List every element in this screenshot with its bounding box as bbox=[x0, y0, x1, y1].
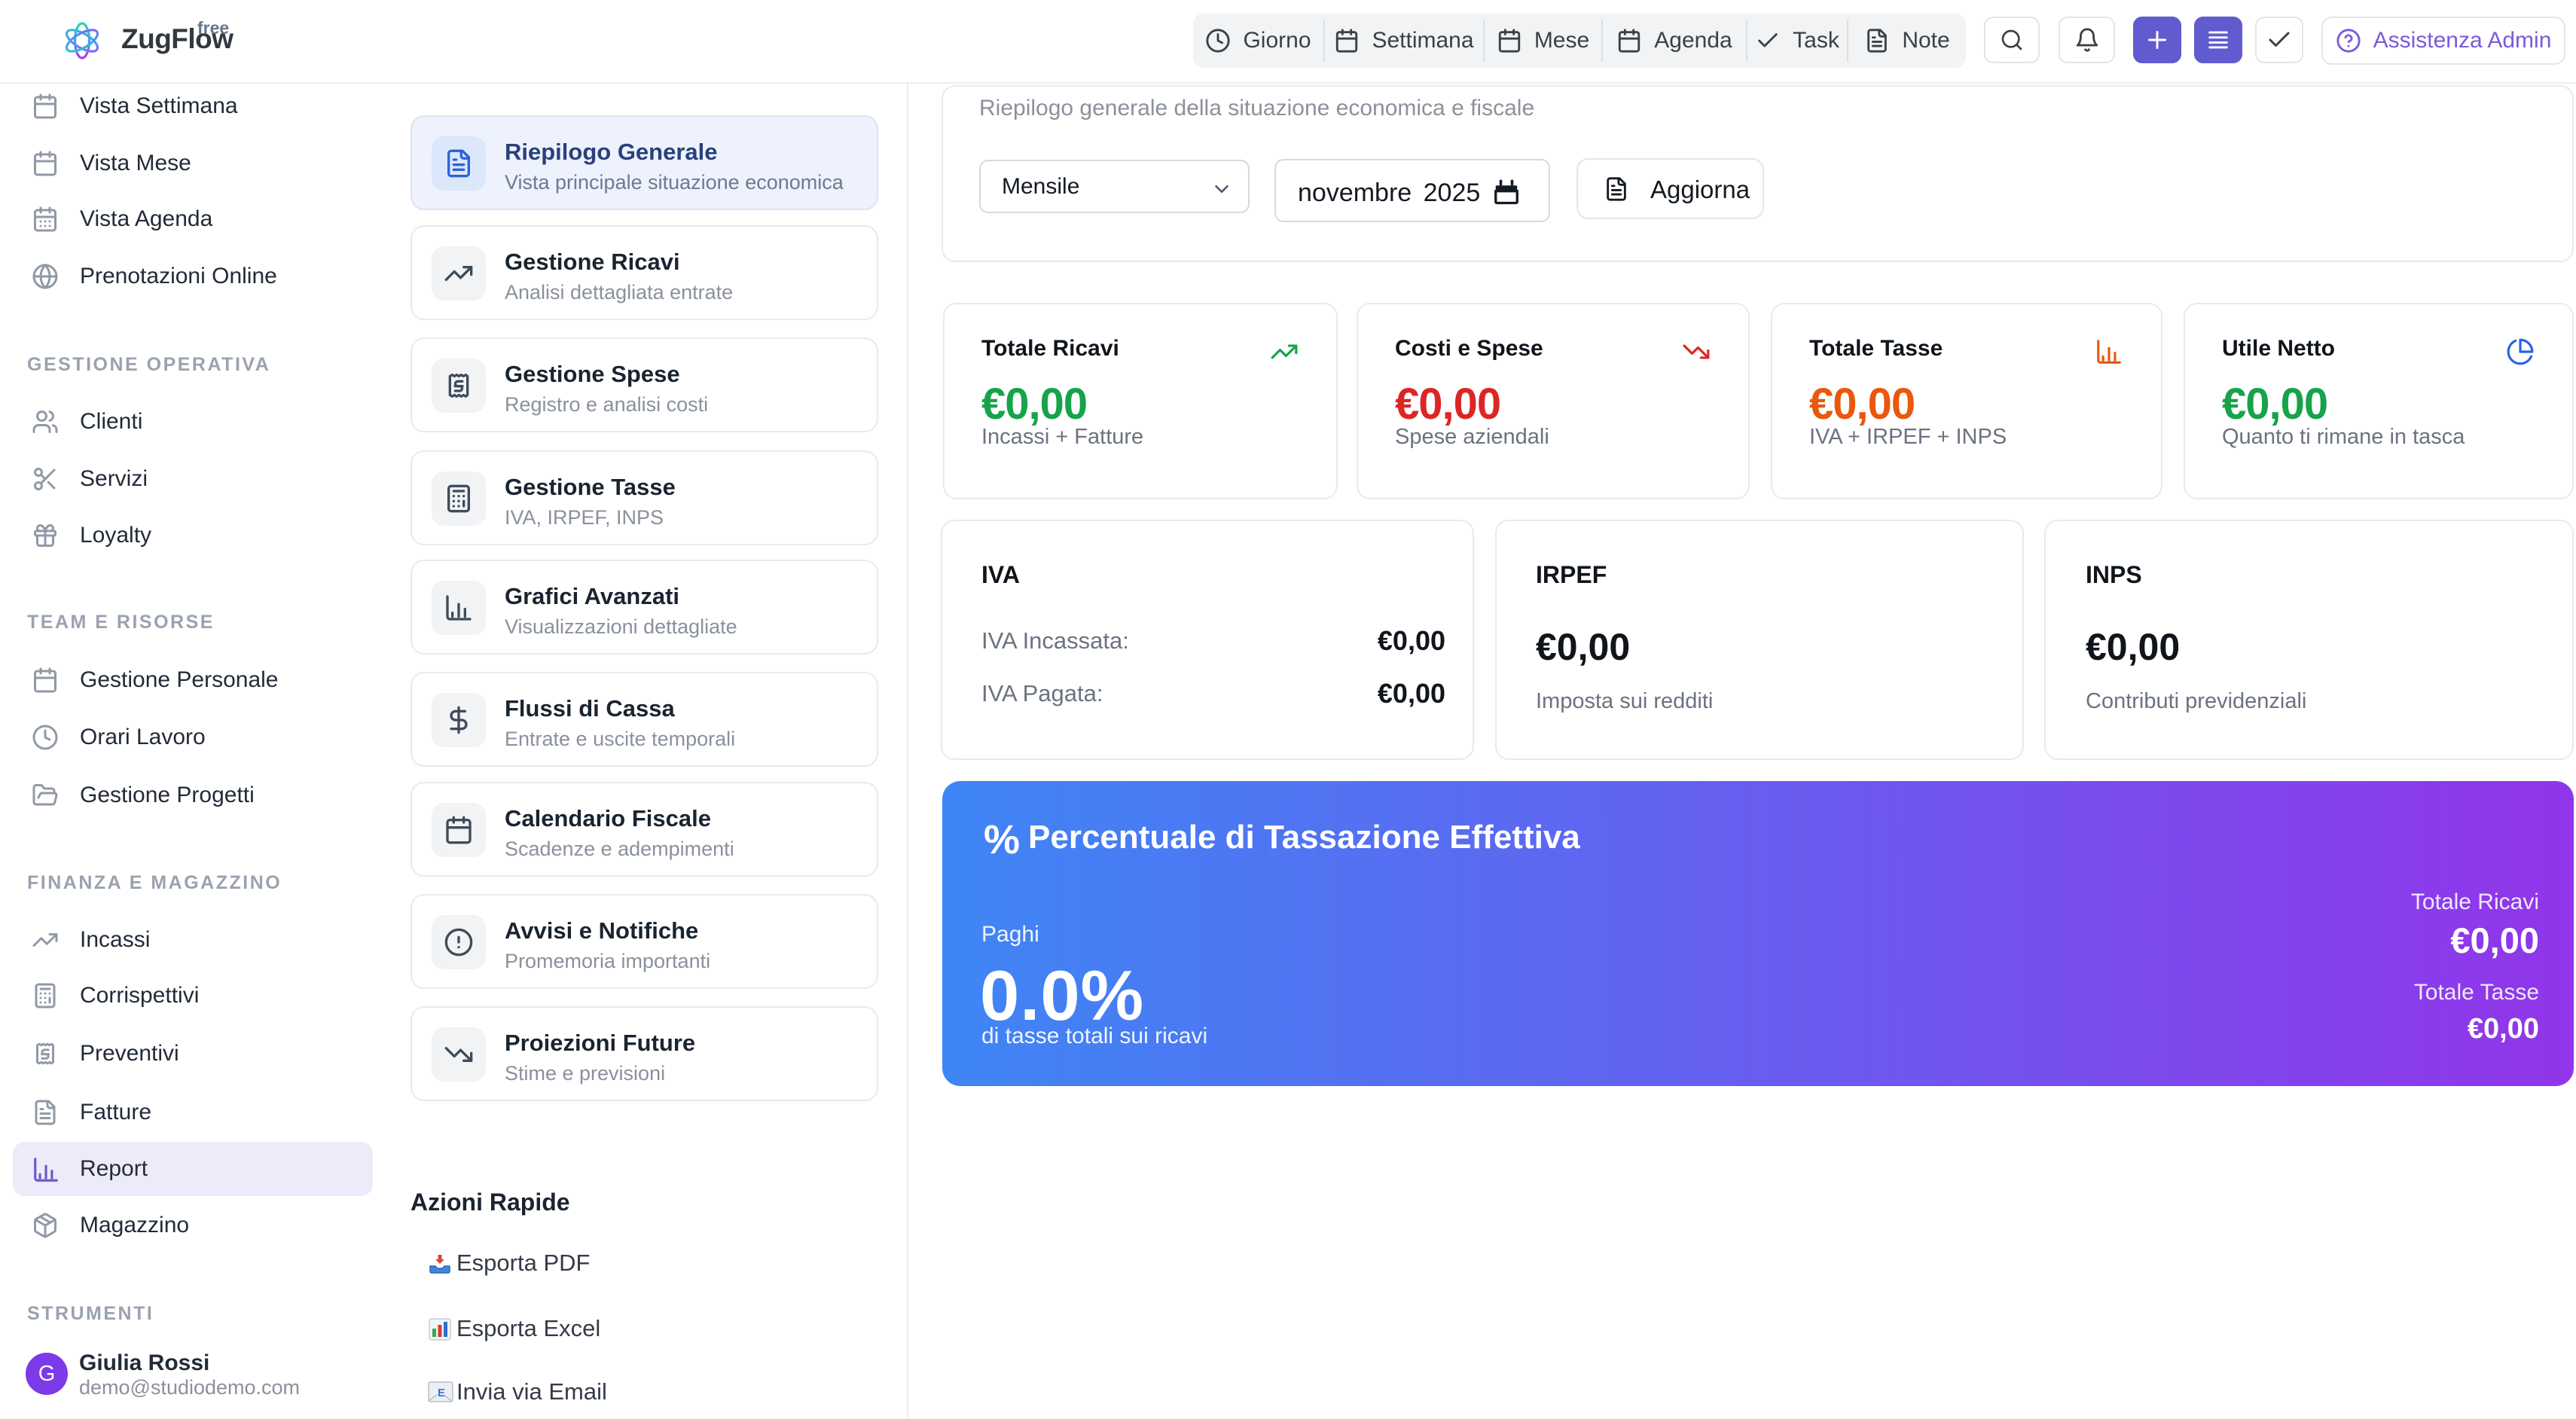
svg-text:E: E bbox=[438, 1387, 445, 1399]
